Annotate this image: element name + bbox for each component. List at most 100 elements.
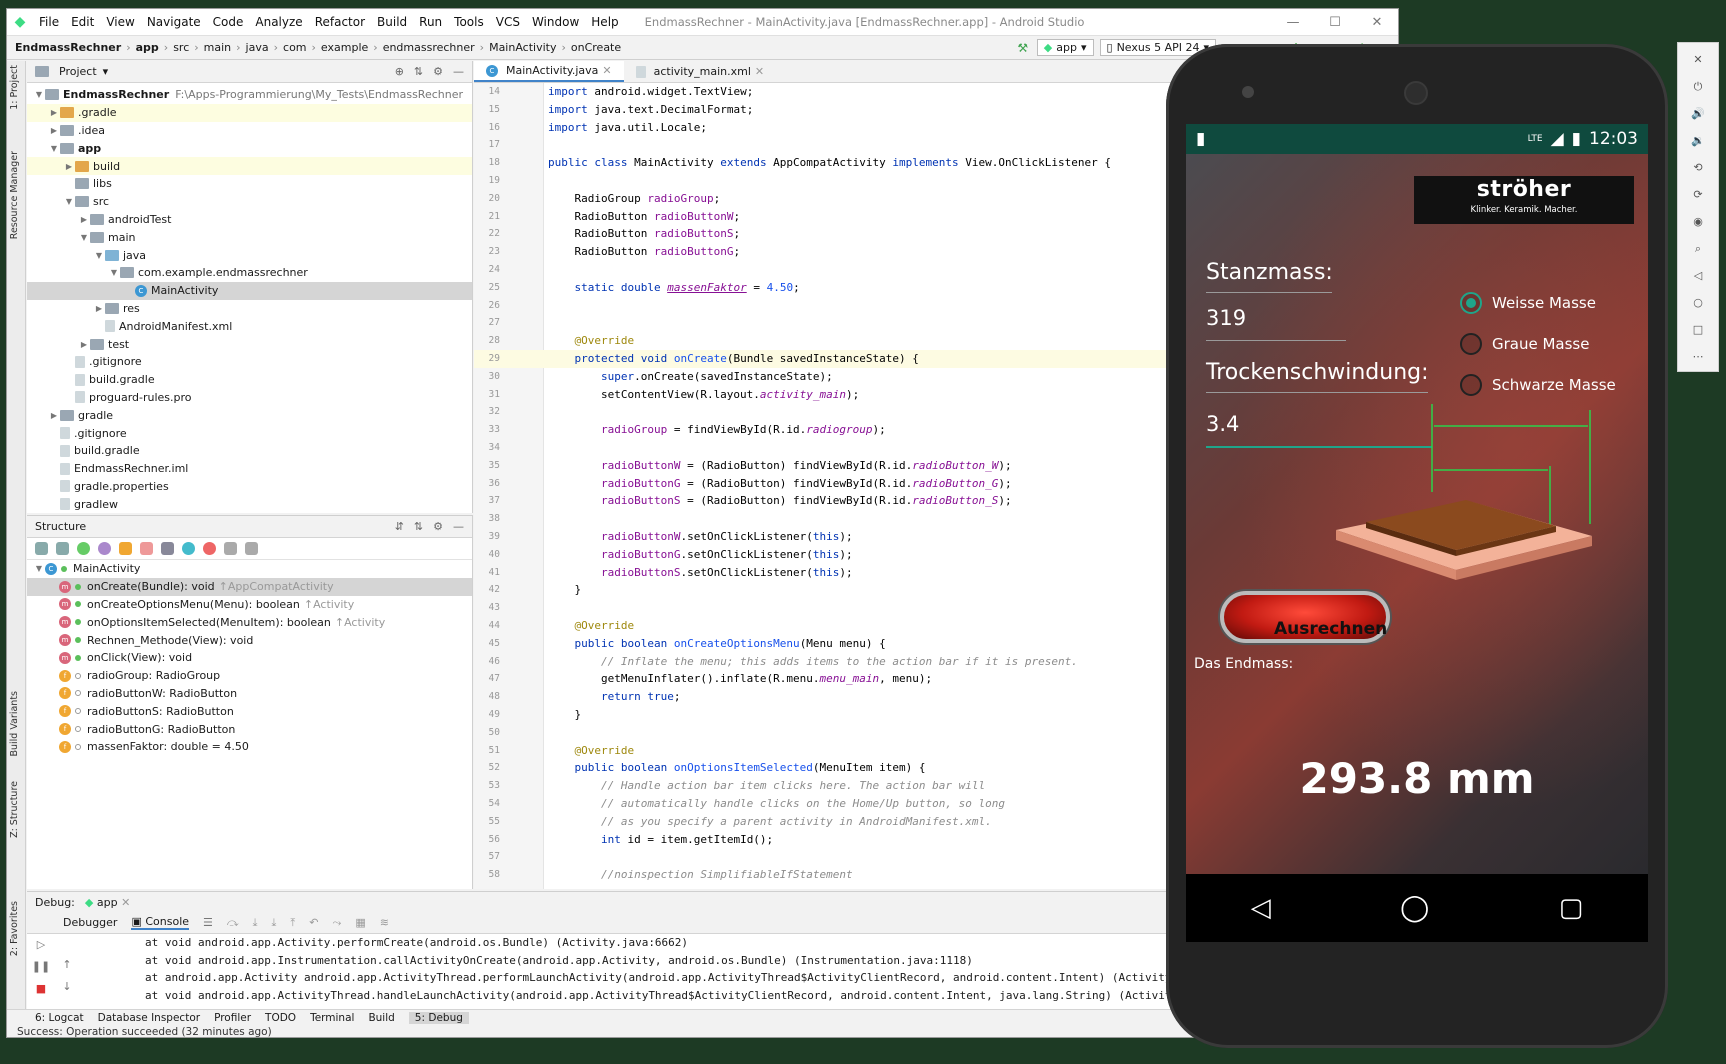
menu-icon[interactable]: ☰ [203,916,213,929]
structure-member[interactable]: f radioGroup: RadioGroup [27,667,472,685]
volume-down-icon[interactable]: 🔉 [1691,130,1705,152]
code-line[interactable]: 55 // as you specify a parent activity i… [474,813,1174,831]
code-line[interactable]: 15 import java.text.DecimalFormat; [474,101,1174,119]
code-line[interactable]: 52 public boolean onOptionsItemSelected(… [474,759,1174,777]
tab-project[interactable]: 1: Project [9,65,20,110]
code-line[interactable]: 14 import android.widget.TextView; [474,83,1174,101]
step-over-icon[interactable]: ⤼ [227,916,239,930]
menu-refactor[interactable]: Refactor [309,15,371,29]
show-lambdas-icon[interactable] [161,542,174,555]
force-step-into-icon[interactable]: ⤓ [272,916,277,930]
tree-item[interactable]: ▼ app [27,139,472,157]
chevron-down-icon[interactable]: ▼ [93,251,105,260]
power-icon[interactable]: ⏻ [1694,76,1703,98]
overview-icon[interactable]: □ [1693,319,1703,341]
step-into-icon[interactable]: ⤓ [253,916,258,930]
tree-item[interactable]: EndmassRechner.iml [27,460,472,478]
collapse-all-icon[interactable]: ⇅ [414,520,423,533]
code-line[interactable]: 24 [474,261,1174,279]
tree-item[interactable]: ▼ com.example.endmassrechner [27,264,472,282]
tree-item[interactable]: proguard-rules.pro [27,389,472,407]
code-line[interactable]: 40 radioButtonG.setOnClickListener(this)… [474,546,1174,564]
bottom-tab[interactable]: 5: Debug [408,1011,469,1024]
back-icon[interactable]: ◁ [1694,265,1702,287]
close-icon[interactable]: ✕ [121,896,130,909]
tree-item[interactable]: C MainActivity [27,281,472,300]
breadcrumb-item[interactable]: example [321,41,368,54]
bottom-tab[interactable]: 6: Logcat [35,1012,84,1024]
gear-icon[interactable]: ⚙ [433,520,443,533]
structure-member[interactable]: m onCreateOptionsMenu(Menu): boolean ↑Acti… [27,596,472,614]
code-line[interactable]: 17 [474,136,1174,154]
code-line[interactable]: 48 return true; [474,688,1174,706]
structure-root[interactable]: ▼ C MainActivity [27,560,472,578]
tree-item[interactable]: ▼ java [27,246,472,264]
tree-item[interactable]: ▶ gradle [27,406,472,424]
chevron-right-icon[interactable]: ▶ [63,162,75,171]
show-non-public-icon[interactable] [140,542,153,555]
radio-weisse-masse[interactable]: Weisse Masse [1460,292,1596,314]
code-line[interactable]: 20 RadioGroup radioGroup; [474,190,1174,208]
code-line[interactable]: 41 radioButtonS.setOnClickListener(this)… [474,564,1174,582]
code-line[interactable]: 39 radioButtonW.setOnClickListener(this)… [474,528,1174,546]
code-line[interactable]: 29 protected void onCreate(Bundle savedI… [474,350,1174,368]
structure-member[interactable]: m onCreate(Bundle): void ↑AppCompatActivit… [27,577,472,596]
bottom-tab[interactable]: Database Inspector [98,1012,200,1024]
more-icon[interactable]: ⋯ [1693,346,1704,368]
code-line[interactable]: 23 RadioButton radioButtonG; [474,243,1174,261]
breadcrumb-item[interactable]: java [246,41,269,54]
chevron-down-icon[interactable]: ▼ [108,268,120,277]
code-line[interactable]: 30 super.onCreate(savedInstanceState); [474,368,1174,386]
code-line[interactable]: 57 [474,848,1174,866]
volume-up-icon[interactable]: 🔊 [1691,103,1705,125]
code-line[interactable]: 26 [474,297,1174,315]
tree-item[interactable]: ▶ res [27,300,472,318]
code-line[interactable]: 49 } [474,706,1174,724]
bottom-tab[interactable]: Profiler [214,1012,251,1024]
tree-item[interactable]: ▶ .idea [27,122,472,140]
back-icon[interactable]: ◁ [1251,893,1271,923]
structure-member[interactable]: f massenFaktor: double = 4.50 [27,738,472,756]
structure-member[interactable]: f radioButtonW: RadioButton [27,685,472,703]
anonymous-classes-icon[interactable] [182,542,195,555]
code-line[interactable]: 58 //noinspection SimplifiableIfStatemen… [474,866,1174,884]
chevron-right-icon[interactable]: ▶ [78,215,90,224]
run-to-cursor-icon[interactable]: ⤳ [333,916,342,930]
chevron-right-icon[interactable]: ▶ [48,411,60,420]
code-line[interactable]: 19 [474,172,1174,190]
chevron-right-icon[interactable]: ▶ [93,304,105,313]
structure-member[interactable]: m onClick(View): void [27,649,472,667]
menu-help[interactable]: Help [585,15,624,29]
code-line[interactable]: 43 [474,599,1174,617]
hide-icon[interactable]: — [453,520,464,533]
tree-item[interactable]: ▶ test [27,335,472,353]
close-icon[interactable]: ✕ [602,64,611,77]
tree-item[interactable]: ▼ main [27,228,472,246]
stanzmass-input[interactable]: 319 [1206,306,1246,330]
hammer-icon[interactable]: ⚒ [1015,41,1031,55]
sort-visibility-icon[interactable] [35,542,48,555]
show-properties-icon[interactable] [98,542,111,555]
breadcrumb-item[interactable]: endmassrechner [383,41,475,54]
code-line[interactable]: 45 public boolean onCreateOptionsMenu(Me… [474,635,1174,653]
tree-item[interactable]: ▶ .gradle [27,103,472,122]
menu-tools[interactable]: Tools [448,15,490,29]
tree-item[interactable]: ▼ src [27,193,472,211]
rotate-right-icon[interactable]: ⟳ [1693,184,1702,206]
code-line[interactable]: 54 // automatically handle clicks on the… [474,795,1174,813]
menu-file[interactable]: File [33,15,65,29]
home-icon[interactable]: ◯ [1400,893,1429,923]
drop-frame-icon[interactable]: ↶ [309,916,318,929]
menu-edit[interactable]: Edit [65,15,100,29]
tree-item[interactable]: .gitignore [27,353,472,371]
arrow-up-icon[interactable]: ↑ [57,954,77,976]
structure-member[interactable]: m onOptionsItemSelected(MenuItem): boolea… [27,613,472,631]
rerun-icon[interactable]: ▷ [31,934,51,956]
code-line[interactable]: 42 } [474,581,1174,599]
structure-member[interactable]: f radioButtonS: RadioButton [27,702,472,720]
close-icon[interactable]: ✕ [755,65,764,78]
tab-structure[interactable]: Z: Structure [9,781,20,838]
breadcrumb-item[interactable]: app [136,41,159,54]
tab-activity-main-xml[interactable]: activity_main.xml ✕ [624,61,777,82]
autoscroll-to-source-icon[interactable] [224,542,237,555]
